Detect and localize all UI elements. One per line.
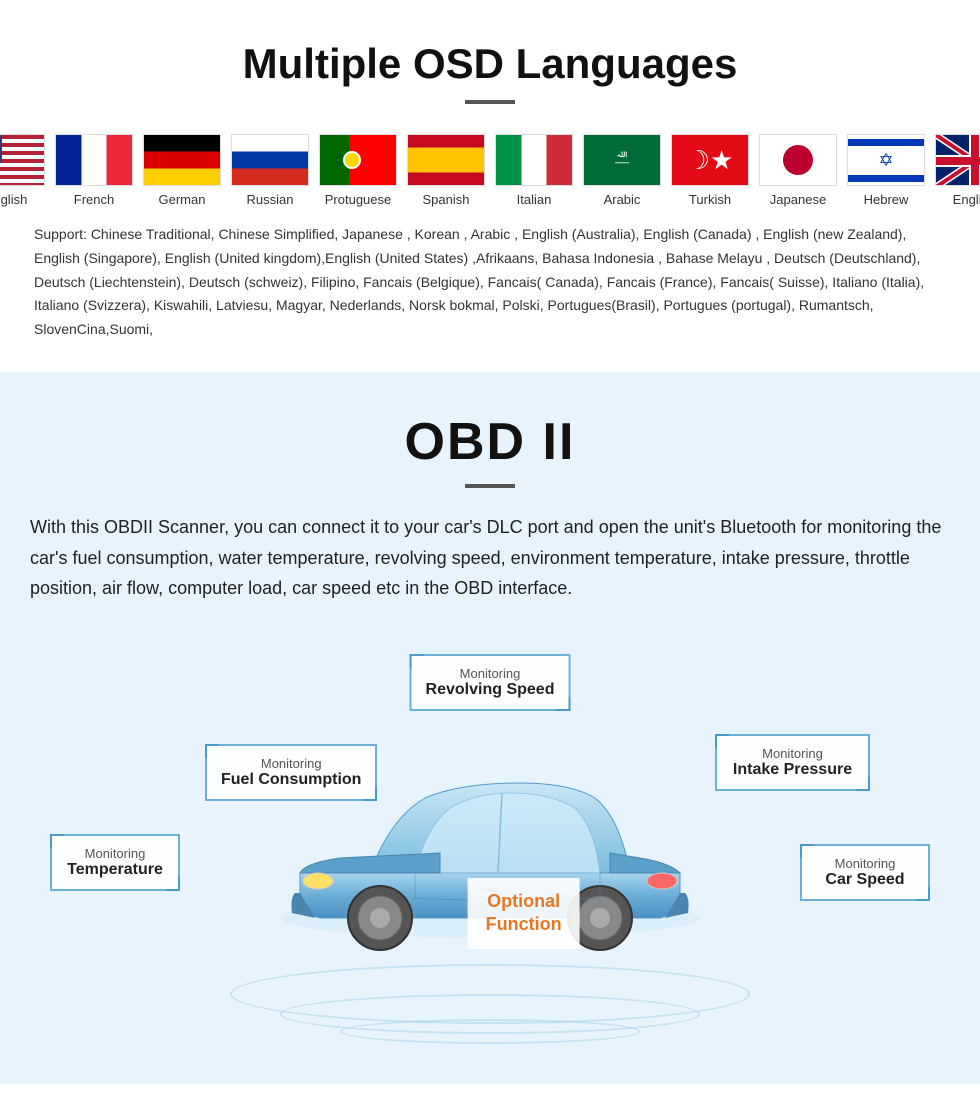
flag-label-italian: Italian bbox=[517, 192, 552, 207]
flag-label-english-gb: English bbox=[953, 192, 980, 207]
flag-fr bbox=[55, 134, 133, 186]
monitor-temp-sub: Monitoring bbox=[66, 846, 164, 861]
flag-item-portuguese: Protuguese bbox=[319, 134, 397, 207]
flag-item-japanese: Japanese bbox=[759, 134, 837, 207]
flag-item-hebrew: ✡ Hebrew bbox=[847, 134, 925, 207]
monitor-fuel-main: Fuel Consumption bbox=[221, 771, 361, 789]
monitor-speed-main: Car Speed bbox=[816, 871, 914, 889]
flag-item-english-gb: English bbox=[935, 134, 980, 207]
flag-ru bbox=[231, 134, 309, 186]
flag-pt bbox=[319, 134, 397, 186]
osd-title: Multiple OSD Languages bbox=[30, 40, 950, 88]
monitor-intake-pressure: Monitoring Intake Pressure bbox=[715, 734, 870, 791]
flag-label-french: French bbox=[74, 192, 114, 207]
osd-divider bbox=[465, 100, 515, 104]
flag-item-italian: Italian bbox=[495, 134, 573, 207]
flag-sa: اللہ—— bbox=[583, 134, 661, 186]
flag-us bbox=[0, 134, 45, 186]
monitor-revolving-speed: Monitoring Revolving Speed bbox=[410, 654, 571, 711]
monitor-temperature: Monitoring Temperature bbox=[50, 834, 180, 891]
flag-de bbox=[143, 134, 221, 186]
flag-gb bbox=[935, 134, 980, 186]
monitor-fuel-sub: Monitoring bbox=[221, 756, 361, 771]
monitor-intake-main: Intake Pressure bbox=[731, 761, 854, 779]
flag-label-portuguese: Protuguese bbox=[325, 192, 392, 207]
flag-label-japanese: Japanese bbox=[770, 192, 826, 207]
flag-label-spanish: Spanish bbox=[423, 192, 470, 207]
obd-divider bbox=[465, 484, 515, 488]
obd-description: With this OBDII Scanner, you can connect… bbox=[30, 512, 950, 604]
flag-item-spanish: Spanish bbox=[407, 134, 485, 207]
optional-line2: Function bbox=[486, 913, 562, 936]
monitor-speed-sub: Monitoring bbox=[816, 856, 914, 871]
monitor-revolving-main: Revolving Speed bbox=[426, 681, 555, 699]
flag-item-english: English bbox=[0, 134, 45, 207]
support-text: Support: Chinese Traditional, Chinese Si… bbox=[30, 223, 950, 342]
monitor-fuel-consumption: Monitoring Fuel Consumption bbox=[205, 744, 377, 801]
flag-item-french: French bbox=[55, 134, 133, 207]
optional-function-badge: Optional Function bbox=[468, 878, 580, 949]
flag-label-english: English bbox=[0, 192, 27, 207]
osd-languages-section: Multiple OSD Languages English bbox=[0, 0, 980, 372]
flag-es bbox=[407, 134, 485, 186]
flag-label-german: German bbox=[159, 192, 206, 207]
obd-section: OBD II With this OBDII Scanner, you can … bbox=[0, 372, 980, 1084]
optional-line1: Optional bbox=[486, 890, 562, 913]
obd-title: OBD II bbox=[30, 412, 950, 472]
flag-label-arabic: Arabic bbox=[604, 192, 641, 207]
flag-jp bbox=[759, 134, 837, 186]
flag-item-german: German bbox=[143, 134, 221, 207]
monitor-temp-main: Temperature bbox=[66, 861, 164, 879]
flag-item-turkish: ☽★ Turkish bbox=[671, 134, 749, 207]
flag-il: ✡ bbox=[847, 134, 925, 186]
flag-label-hebrew: Hebrew bbox=[864, 192, 909, 207]
flag-item-russian: Russian bbox=[231, 134, 309, 207]
monitor-car-speed: Monitoring Car Speed bbox=[800, 844, 930, 901]
car-diagram: Monitoring Revolving Speed Monitoring Fu… bbox=[30, 634, 950, 1054]
flag-label-turkish: Turkish bbox=[689, 192, 731, 207]
ellipse-3 bbox=[340, 1019, 640, 1044]
flag-label-russian: Russian bbox=[247, 192, 294, 207]
flag-it bbox=[495, 134, 573, 186]
flag-item-arabic: اللہ—— Arabic bbox=[583, 134, 661, 207]
flags-row: English French German Russian Protuguese… bbox=[30, 134, 950, 207]
monitor-intake-sub: Monitoring bbox=[731, 746, 854, 761]
monitor-revolving-sub: Monitoring bbox=[426, 666, 555, 681]
flag-tr: ☽★ bbox=[671, 134, 749, 186]
